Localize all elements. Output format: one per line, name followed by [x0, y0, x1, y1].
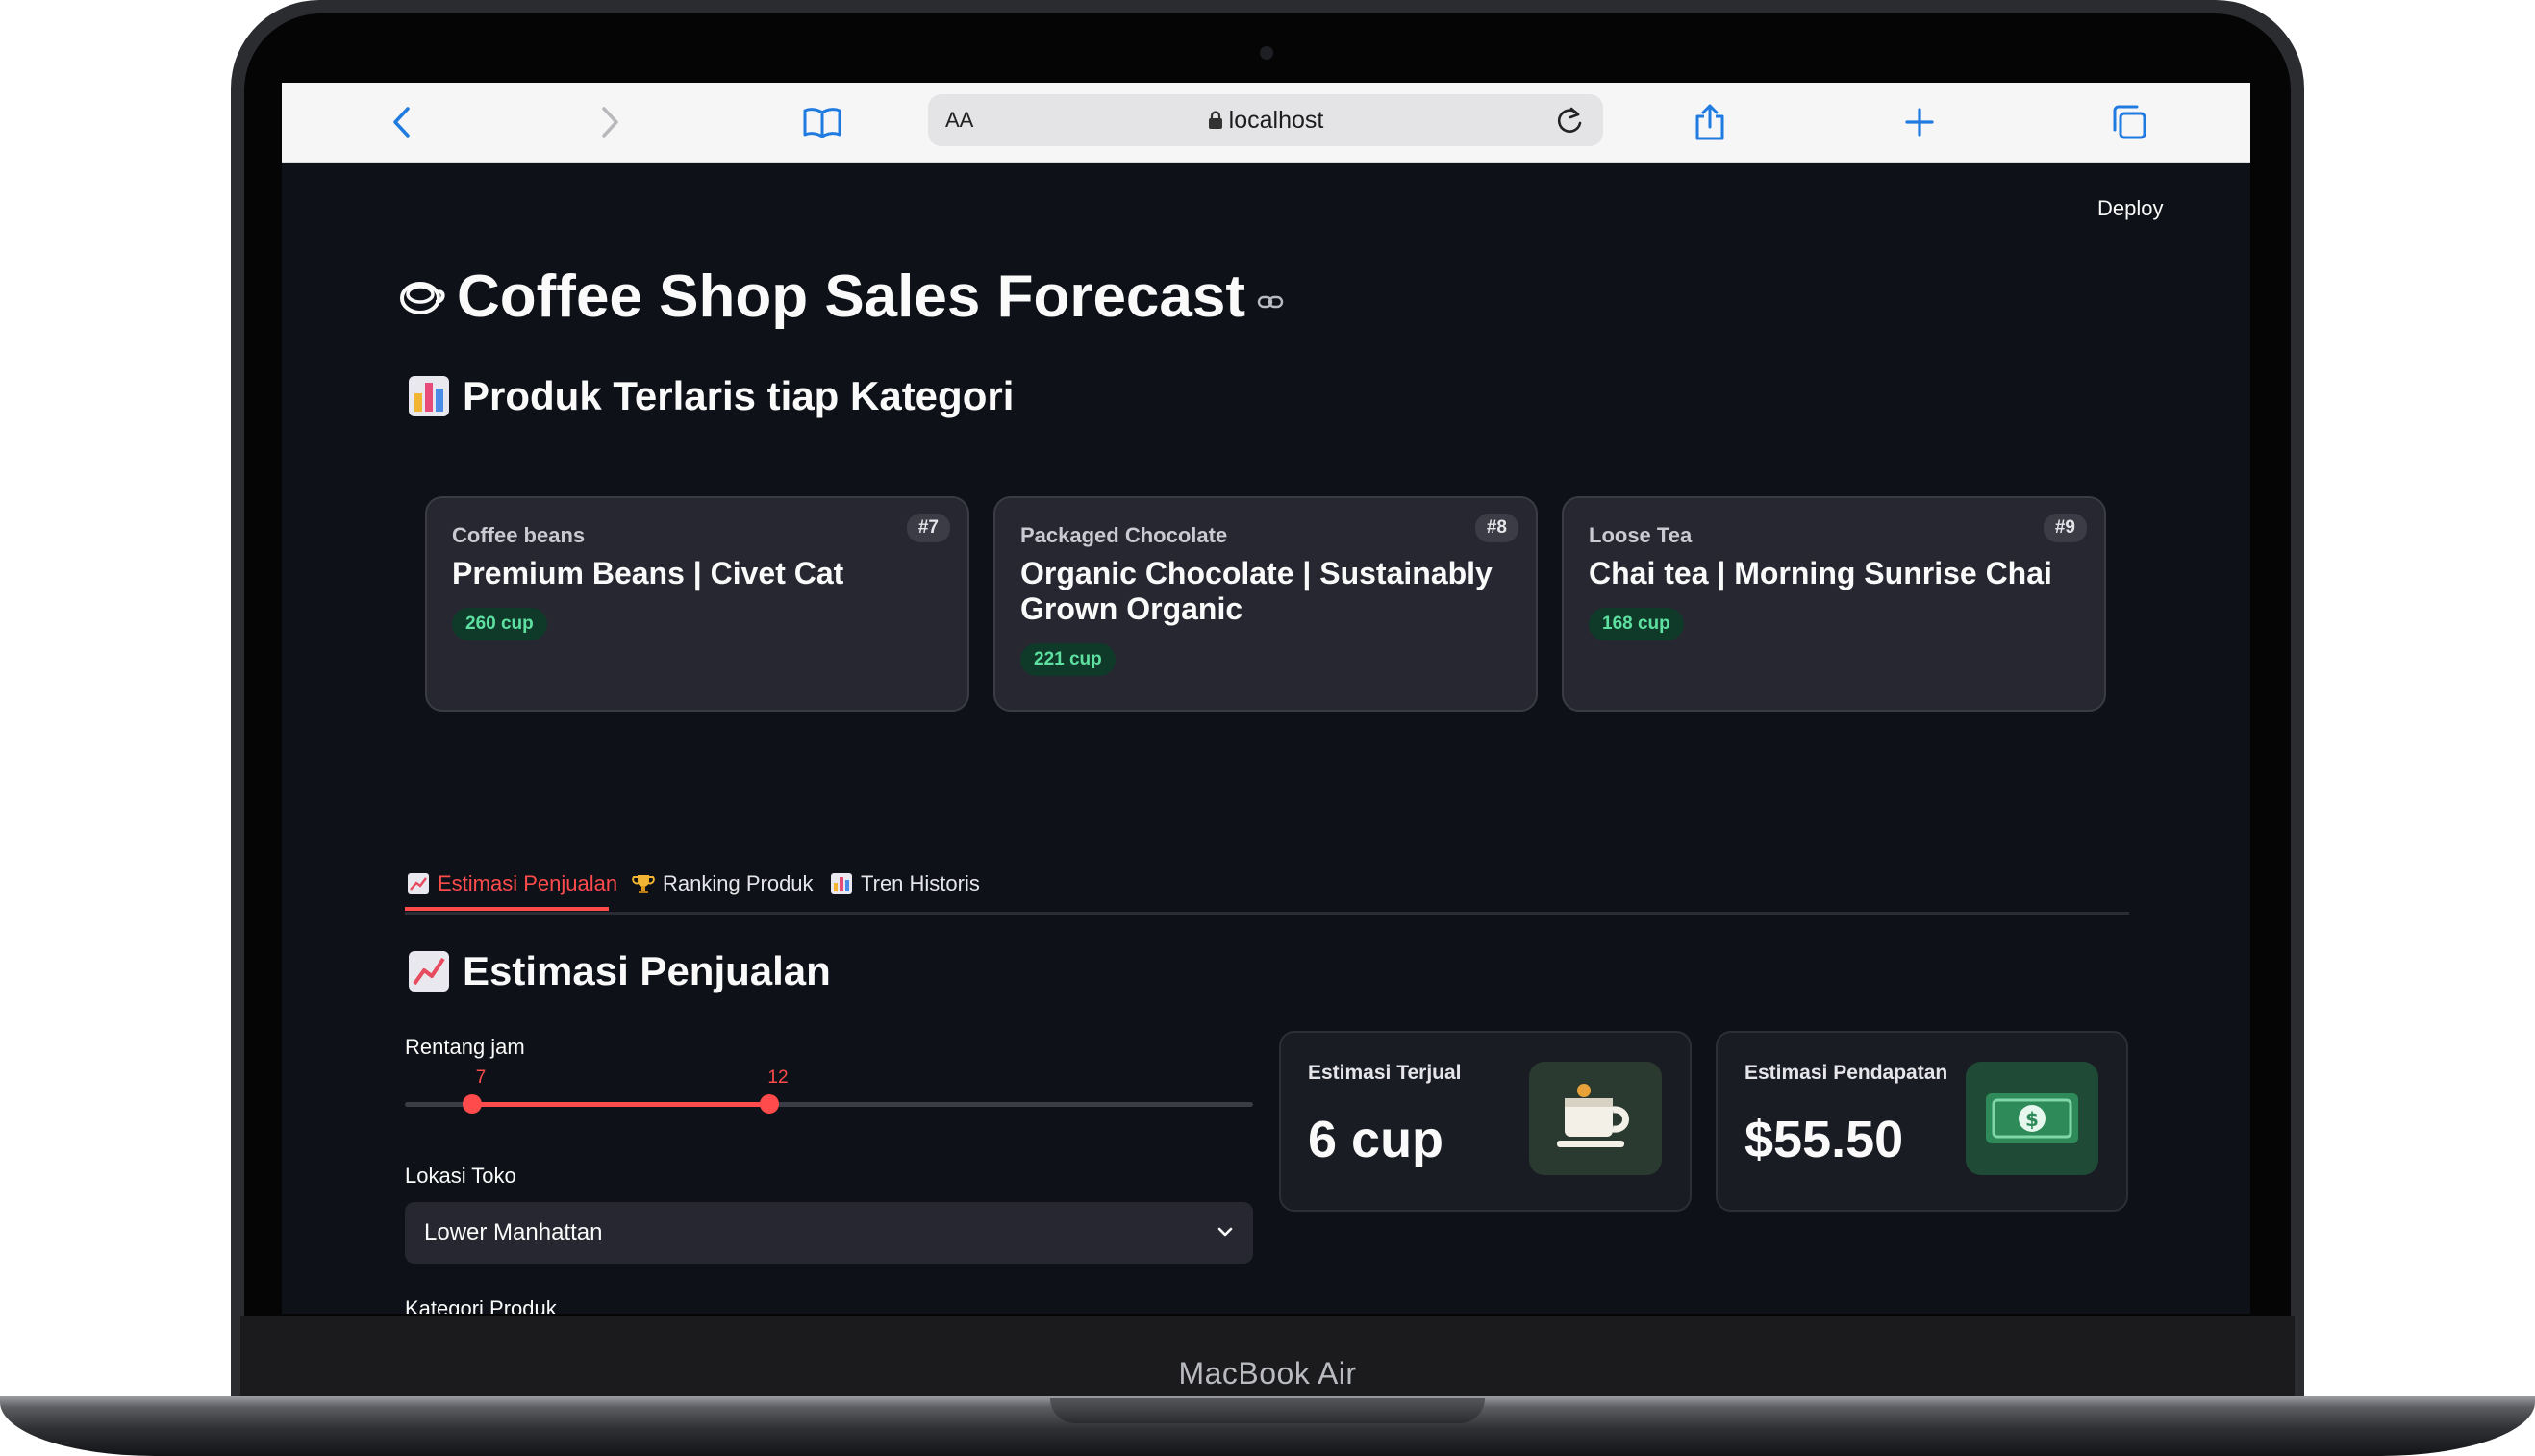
quantity-badge: 260 cup	[452, 608, 547, 640]
slider-high-handle[interactable]	[760, 1094, 779, 1114]
metric-card: Estimasi Pendapatan $55.50 $	[1716, 1031, 2128, 1212]
screen: AA localhost Deploy Coffee Shop Sales Fo…	[282, 83, 2250, 1314]
tab-bar: Estimasi Penjualan Ranking Produk Tren H…	[405, 862, 2129, 915]
rank-badge: #9	[2043, 514, 2087, 542]
page-title-row: Coffee Shop Sales Forecast	[397, 258, 1284, 335]
svg-text:$: $	[2025, 1108, 2039, 1131]
coffee-cup-icon	[1529, 1062, 1662, 1175]
slider-label: Rentang jam	[405, 1035, 525, 1059]
url-display: localhost	[928, 94, 1603, 146]
tab-label: Estimasi Penjualan	[438, 871, 618, 895]
tabs-overview-icon[interactable]	[2107, 100, 2151, 144]
bar-chart-icon	[409, 376, 449, 416]
product-name: Premium Beans | Civet Cat	[452, 556, 844, 590]
reload-icon[interactable]	[1549, 100, 1590, 140]
new-tab-icon[interactable]	[1897, 100, 1942, 144]
chevron-down-icon	[1217, 1227, 1233, 1237]
bar-chart-icon	[831, 873, 852, 894]
product-category: Loose Tea	[1589, 523, 1693, 547]
quantity-badge: 168 cup	[1589, 608, 1684, 640]
product-category: Packaged Chocolate	[1020, 523, 1228, 547]
metric-card: Estimasi Terjual 6 cup	[1279, 1031, 1692, 1212]
lock-icon	[1208, 111, 1222, 129]
product-name: Organic Chocolate | Sustainably Grown Or…	[1020, 556, 1493, 626]
chart-increasing-icon	[409, 951, 449, 992]
tab-ranking-produk[interactable]: Ranking Produk	[632, 871, 814, 896]
active-tab-indicator	[405, 907, 609, 911]
quantity-badge: 221 cup	[1020, 643, 1116, 676]
tab-label: Tren Historis	[861, 871, 980, 895]
metric-label: Estimasi Terjual	[1308, 1062, 1462, 1084]
location-label: Lokasi Toko	[405, 1164, 516, 1188]
share-icon[interactable]	[1688, 100, 1732, 144]
anchor-link-icon[interactable]	[1257, 294, 1284, 310]
address-bar[interactable]: AA localhost	[928, 94, 1603, 146]
metric-value: $55.50	[1744, 1111, 1904, 1168]
tab-tren-historis[interactable]: Tren Historis	[830, 871, 980, 896]
back-icon[interactable]	[380, 100, 424, 144]
chart-increasing-icon	[408, 873, 429, 894]
estimasi-heading: Estimasi Penjualan	[407, 948, 831, 994]
tab-label: Ranking Produk	[663, 871, 814, 895]
model-label: MacBook Air	[1178, 1356, 1357, 1391]
bookmarks-icon[interactable]	[800, 100, 844, 144]
slider-high-value: 12	[767, 1067, 789, 1088]
slider-selected-range	[472, 1102, 769, 1107]
camera	[1260, 46, 1273, 60]
product-name: Chai tea | Morning Sunrise Chai	[1589, 556, 2052, 590]
money-icon: $	[1966, 1062, 2098, 1175]
category-label: Kategori Produk	[405, 1296, 557, 1314]
rank-badge: #8	[1474, 514, 1518, 542]
url-text: localhost	[1228, 107, 1324, 134]
product-card: Loose Tea #9 Chai tea | Morning Sunrise …	[1562, 496, 2106, 712]
product-category: Coffee beans	[452, 523, 586, 547]
rank-badge: #7	[906, 514, 950, 542]
laptop-base-notch	[1050, 1398, 1485, 1423]
location-value: Lower Manhattan	[424, 1219, 603, 1245]
section-title: Estimasi Penjualan	[463, 948, 831, 993]
section-title: Produk Terlaris tiap Kategori	[463, 373, 1015, 418]
page-title: Coffee Shop Sales Forecast	[457, 263, 1246, 330]
deploy-button[interactable]: Deploy	[2097, 196, 2163, 221]
slider-low-value: 7	[475, 1067, 487, 1088]
slider-low-handle[interactable]	[463, 1094, 482, 1114]
browser-toolbar: AA localhost	[282, 83, 2250, 163]
tab-estimasi-penjualan[interactable]: Estimasi Penjualan	[407, 871, 617, 896]
location-select[interactable]: Lower Manhattan	[405, 1202, 1253, 1264]
trophy-icon	[632, 875, 655, 893]
coffee-icon	[400, 282, 445, 314]
product-card: Coffee beans #7 Premium Beans | Civet Ca…	[425, 496, 969, 712]
metric-value: 6 cup	[1308, 1111, 1444, 1168]
metric-label: Estimasi Pendapatan	[1744, 1062, 1948, 1084]
product-card: Packaged Chocolate #8 Organic Chocolate …	[993, 496, 1538, 712]
forward-icon[interactable]	[588, 100, 632, 144]
best-sellers-heading: Produk Terlaris tiap Kategori	[407, 373, 1014, 419]
